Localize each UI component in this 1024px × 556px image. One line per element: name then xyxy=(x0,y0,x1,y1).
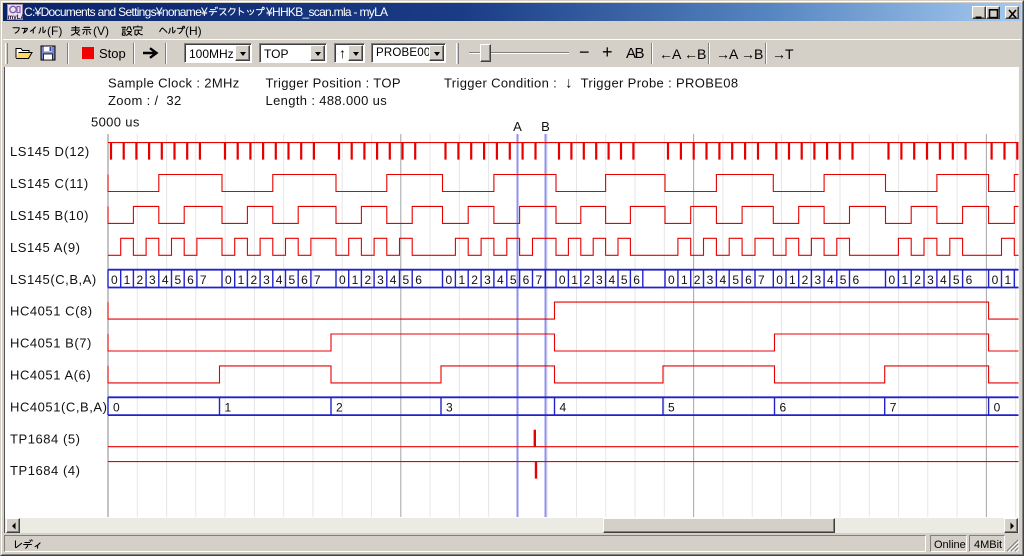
svg-text:A: A xyxy=(513,119,522,134)
svg-text:TP1684 (4): TP1684 (4) xyxy=(10,463,81,478)
svg-text:7: 7 xyxy=(200,273,207,287)
svg-text:C:¥Documents and Settings¥nona: C:¥Documents and Settings¥noname¥ xyxy=(24,5,208,19)
svg-text:0: 0 xyxy=(225,273,232,287)
svg-text:3: 3 xyxy=(149,273,156,287)
svg-text:2: 2 xyxy=(364,273,371,287)
svg-text:5: 5 xyxy=(668,400,675,414)
svg-text:3: 3 xyxy=(707,273,714,287)
svg-text:3: 3 xyxy=(596,273,603,287)
svg-text:6: 6 xyxy=(523,273,530,287)
svg-text:TP1684 (5): TP1684 (5) xyxy=(10,431,81,446)
svg-text:1: 1 xyxy=(901,273,908,287)
svg-text:4: 4 xyxy=(608,273,615,287)
svg-text:1: 1 xyxy=(681,273,688,287)
svg-text:0: 0 xyxy=(776,273,783,287)
svg-text:2: 2 xyxy=(471,273,478,287)
svg-text:0: 0 xyxy=(668,273,675,287)
svg-text:4: 4 xyxy=(276,273,283,287)
svg-text:3: 3 xyxy=(263,273,270,287)
svg-text:4: 4 xyxy=(827,273,834,287)
svg-text:myLA: myLA xyxy=(8,14,23,20)
svg-text:1: 1 xyxy=(238,273,245,287)
svg-text:3: 3 xyxy=(484,273,491,287)
svg-text:LS145 A(9): LS145 A(9) xyxy=(10,240,81,255)
svg-text:Trigger Position : TOP: Trigger Position : TOP xyxy=(266,76,401,91)
svg-text:HC4051 C(8): HC4051 C(8) xyxy=(10,304,93,319)
svg-text:(H): (H) xyxy=(185,24,202,38)
svg-text:0: 0 xyxy=(889,273,896,287)
svg-text:3: 3 xyxy=(446,400,453,414)
svg-text:5: 5 xyxy=(289,273,296,287)
svg-text:0: 0 xyxy=(113,400,120,414)
svg-text:LS145(C,B,A): LS145(C,B,A) xyxy=(10,272,97,287)
svg-text:Trigger Condition : ↓ Trigge: Trigger Condition : ↓ Trigger Probe : PR… xyxy=(444,75,738,92)
svg-text:6: 6 xyxy=(187,273,194,287)
svg-text:LS145 B(10): LS145 B(10) xyxy=(10,208,89,223)
svg-text:HC4051 A(6): HC4051 A(6) xyxy=(10,368,91,383)
svg-text:¥HHKB_scan.mla - myLA: ¥HHKB_scan.mla - myLA xyxy=(265,5,388,19)
svg-text:5: 5 xyxy=(510,273,517,287)
svg-text:4: 4 xyxy=(162,273,169,287)
svg-text:6: 6 xyxy=(966,273,973,287)
svg-text:0: 0 xyxy=(111,273,118,287)
svg-text:6: 6 xyxy=(301,273,308,287)
svg-text:1: 1 xyxy=(352,273,359,287)
svg-text:4: 4 xyxy=(560,400,567,414)
svg-text:4: 4 xyxy=(390,273,397,287)
svg-text:2: 2 xyxy=(802,273,809,287)
svg-text:5: 5 xyxy=(403,273,410,287)
svg-text:LS145 D(12): LS145 D(12) xyxy=(10,144,90,159)
svg-text:2: 2 xyxy=(336,400,343,414)
svg-text:4: 4 xyxy=(940,273,947,287)
svg-text:1: 1 xyxy=(124,273,131,287)
svg-text:0: 0 xyxy=(446,273,453,287)
svg-text:1: 1 xyxy=(789,273,796,287)
svg-text:0: 0 xyxy=(339,273,346,287)
svg-text:3: 3 xyxy=(927,273,934,287)
svg-text:(F): (F) xyxy=(47,24,62,38)
svg-text:7: 7 xyxy=(536,273,543,287)
svg-text:2: 2 xyxy=(914,273,921,287)
svg-text:6: 6 xyxy=(415,273,422,287)
svg-text:0: 0 xyxy=(992,273,999,287)
svg-text:3: 3 xyxy=(814,273,821,287)
svg-text:Zoom : / 32: Zoom : / 32 xyxy=(108,93,182,108)
svg-text:5: 5 xyxy=(732,273,739,287)
svg-text:(V): (V) xyxy=(93,24,109,38)
svg-text:HC4051(C,B,A): HC4051(C,B,A) xyxy=(10,399,107,414)
svg-text:2: 2 xyxy=(136,273,143,287)
svg-text:5000 us: 5000 us xyxy=(91,115,140,130)
svg-text:1: 1 xyxy=(571,273,578,287)
svg-text:HC4051 B(7): HC4051 B(7) xyxy=(10,336,92,351)
svg-text:0: 0 xyxy=(559,273,566,287)
svg-text:3: 3 xyxy=(377,273,384,287)
svg-text:2: 2 xyxy=(250,273,257,287)
svg-text:5: 5 xyxy=(174,273,181,287)
svg-text:7: 7 xyxy=(890,400,897,414)
svg-text:1: 1 xyxy=(458,273,465,287)
svg-text:1: 1 xyxy=(225,400,232,414)
svg-text:7: 7 xyxy=(314,273,321,287)
svg-text:Sample Clock : 2MHz: Sample Clock : 2MHz xyxy=(108,76,240,91)
svg-text:2: 2 xyxy=(694,273,701,287)
svg-text:6: 6 xyxy=(853,273,860,287)
svg-text:6: 6 xyxy=(633,273,640,287)
svg-text:5: 5 xyxy=(621,273,628,287)
svg-text:4: 4 xyxy=(719,273,726,287)
svg-text:1: 1 xyxy=(1005,273,1012,287)
svg-text:B: B xyxy=(541,119,550,134)
svg-text:5: 5 xyxy=(953,273,960,287)
svg-text:4: 4 xyxy=(497,273,504,287)
svg-text:LS145 C(11): LS145 C(11) xyxy=(10,176,89,191)
svg-text:6: 6 xyxy=(745,273,752,287)
svg-text:6: 6 xyxy=(780,400,787,414)
svg-text:7: 7 xyxy=(758,273,765,287)
svg-text:Length : 488.000 us: Length : 488.000 us xyxy=(266,93,388,108)
svg-text:0: 0 xyxy=(994,400,1001,414)
svg-text:2: 2 xyxy=(584,273,591,287)
svg-text:5: 5 xyxy=(840,273,847,287)
